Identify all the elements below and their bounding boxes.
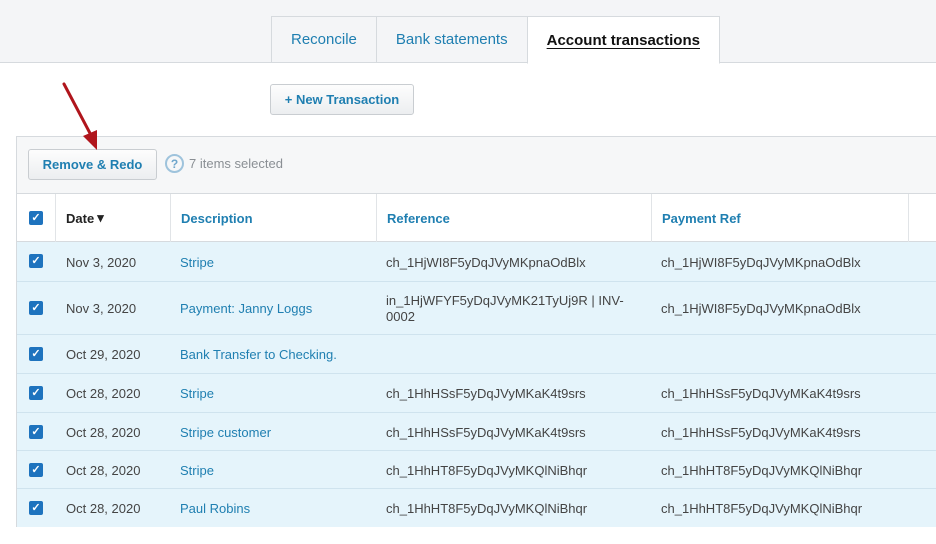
row-date: Nov 3, 2020	[66, 255, 137, 270]
row-date: Nov 3, 2020	[66, 301, 137, 316]
column-header-date[interactable]: Date ▾	[66, 194, 104, 242]
row-checkbox[interactable]: ✓	[29, 463, 43, 477]
table-row[interactable]: ✓ Nov 3, 2020 Stripe ch_1HjWI8F5yDqJVyMK…	[17, 242, 936, 282]
column-header-payment-ref[interactable]: Payment Ref	[662, 194, 741, 242]
row-description-link[interactable]: Bank Transfer to Checking.	[180, 347, 337, 362]
table-row[interactable]: ✓ Nov 3, 2020 Payment: Janny Loggs in_1H…	[17, 282, 936, 335]
row-payment-ref: ch_1HhHT8F5yDqJVyMKQlNiBhqr	[661, 463, 863, 478]
row-checkbox[interactable]: ✓	[29, 425, 43, 439]
row-date: Oct 28, 2020	[66, 463, 141, 478]
transactions-panel: Remove & Redo ? 7 items selected ✓ Date …	[16, 136, 936, 527]
row-payment-ref: ch_1HjWI8F5yDqJVyMKpnaOdBlx	[661, 255, 861, 270]
column-header-reference[interactable]: Reference	[387, 194, 450, 242]
column-divider	[651, 194, 652, 242]
row-description-link[interactable]: Payment: Janny Loggs	[180, 301, 312, 316]
row-date: Oct 28, 2020	[66, 501, 141, 516]
row-checkbox[interactable]: ✓	[29, 386, 43, 400]
row-reference: ch_1HhHT8F5yDqJVyMKQlNiBhqr	[386, 501, 588, 516]
table-row[interactable]: ✓ Oct 28, 2020 Stripe ch_1HhHT8F5yDqJVyM…	[17, 451, 936, 489]
row-date: Oct 29, 2020	[66, 347, 141, 362]
bulk-action-bar: Remove & Redo ? 7 items selected	[17, 137, 936, 194]
table-header: ✓ Date ▾ Description Reference Payment R…	[17, 194, 936, 242]
row-checkbox[interactable]: ✓	[29, 254, 43, 268]
sort-desc-icon: ▾	[97, 210, 104, 225]
row-checkbox[interactable]: ✓	[29, 301, 43, 315]
row-date: Oct 28, 2020	[66, 386, 141, 401]
select-all-checkbox[interactable]: ✓	[29, 211, 43, 225]
column-divider	[55, 194, 56, 242]
column-header-description[interactable]: Description	[181, 194, 253, 242]
table-row[interactable]: ✓ Oct 29, 2020 Bank Transfer to Checking…	[17, 335, 936, 374]
row-payment-ref: ch_1HhHT8F5yDqJVyMKQlNiBhqr	[661, 501, 863, 516]
row-checkbox[interactable]: ✓	[29, 501, 43, 515]
row-reference: ch_1HjWI8F5yDqJVyMKpnaOdBlx	[386, 255, 586, 270]
row-reference: in_1HjWFYF5yDqJVyMK21TyUj9R | INV-0002	[386, 293, 624, 324]
tab-reconcile[interactable]: Reconcile	[271, 16, 376, 63]
row-description-link[interactable]: Stripe customer	[180, 425, 271, 440]
row-reference: ch_1HhHT8F5yDqJVyMKQlNiBhqr	[386, 463, 588, 478]
column-divider	[908, 194, 909, 242]
table-row[interactable]: ✓ Oct 28, 2020 Stripe ch_1HhHSsF5yDqJVyM…	[17, 374, 936, 413]
row-payment-ref: ch_1HjWI8F5yDqJVyMKpnaOdBlx	[661, 301, 861, 316]
row-checkbox[interactable]: ✓	[29, 347, 43, 361]
row-payment-ref: ch_1HhHSsF5yDqJVyMKaK4t9srs	[661, 425, 861, 440]
new-transaction-button[interactable]: + New Transaction	[270, 84, 414, 115]
tab-account-transactions[interactable]: Account transactions	[526, 16, 720, 64]
row-description-link[interactable]: Paul Robins	[180, 501, 250, 516]
column-divider	[170, 194, 171, 242]
help-circle-icon[interactable]: ?	[165, 154, 184, 173]
row-description-link[interactable]: Stripe	[180, 255, 214, 270]
row-description-link[interactable]: Stripe	[180, 463, 214, 478]
row-reference: ch_1HhHSsF5yDqJVyMKaK4t9srs	[386, 386, 586, 401]
row-payment-ref: ch_1HhHSsF5yDqJVyMKaK4t9srs	[661, 386, 861, 401]
tab-bar: Reconcile Bank statements Account transa…	[271, 16, 720, 64]
selected-count: 7 items selected	[189, 156, 283, 171]
table-row[interactable]: ✓ Oct 28, 2020 Stripe customer ch_1HhHSs…	[17, 413, 936, 451]
row-description-link[interactable]: Stripe	[180, 386, 214, 401]
row-reference: ch_1HhHSsF5yDqJVyMKaK4t9srs	[386, 425, 586, 440]
column-divider	[376, 194, 377, 242]
column-header-date-label: Date	[66, 210, 95, 226]
row-date: Oct 28, 2020	[66, 425, 141, 440]
tab-bank-statements[interactable]: Bank statements	[375, 16, 527, 63]
table-row[interactable]: ✓ Oct 28, 2020 Paul Robins ch_1HhHT8F5yD…	[17, 489, 936, 527]
remove-redo-button[interactable]: Remove & Redo	[28, 149, 157, 180]
